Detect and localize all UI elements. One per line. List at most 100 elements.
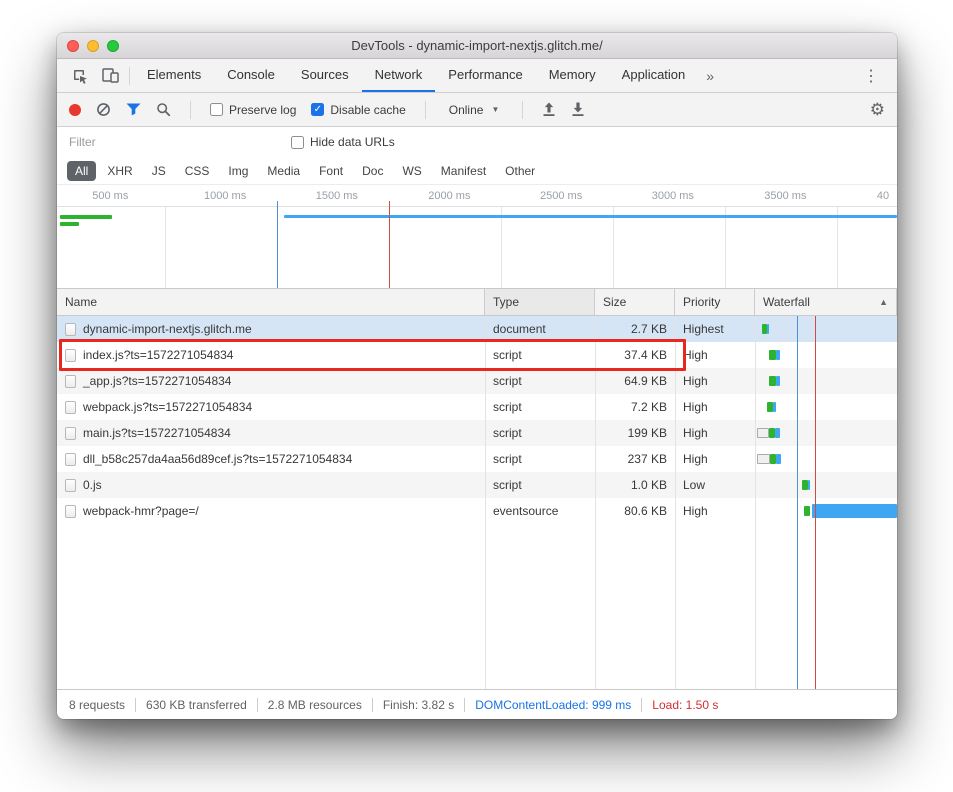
requests-table: Name Type Size Priority Waterfall▲ dynamic-i… xyxy=(57,289,897,689)
name-cell: _app.js?ts=1572271054834 xyxy=(57,368,485,394)
inspect-element-icon[interactable] xyxy=(65,59,95,92)
table-row[interactable]: dynamic-import-nextjs.glitch.medocument2… xyxy=(57,316,897,342)
request-name: dll_b58c257da4aa56d89cef.js?ts=157227105… xyxy=(83,452,352,466)
tab-network[interactable]: Network xyxy=(362,59,436,92)
table-row[interactable]: main.js?ts=1572271054834script199 KBHigh xyxy=(57,420,897,446)
column-separator xyxy=(595,316,596,689)
title-bar[interactable]: DevTools - dynamic-import-nextjs.glitch.… xyxy=(57,33,897,59)
status-bar: 8 requests630 KB transferred2.8 MB resou… xyxy=(57,689,897,719)
size-cell: 1.0 KB xyxy=(595,472,675,498)
waterfall-cell xyxy=(755,394,897,420)
filter-input[interactable] xyxy=(69,135,269,149)
status-item: Load: 1.50 s xyxy=(652,698,718,712)
waterfall-bar xyxy=(757,428,769,438)
request-name: main.js?ts=1572271054834 xyxy=(83,426,231,440)
request-name: dynamic-import-nextjs.glitch.me xyxy=(83,322,252,336)
type-filter-img[interactable]: Img xyxy=(220,161,256,181)
type-filter-manifest[interactable]: Manifest xyxy=(433,161,494,181)
type-filter-media[interactable]: Media xyxy=(259,161,308,181)
timeline-gridline xyxy=(165,207,166,288)
type-filter-all[interactable]: All xyxy=(67,161,96,181)
type-filter-ws[interactable]: WS xyxy=(394,161,429,181)
waterfall-bar xyxy=(804,506,810,516)
waterfall-bar xyxy=(776,376,780,386)
minimize-button[interactable] xyxy=(87,40,99,52)
network-toolbar: Preserve log ✓ Disable cache Online ▼ xyxy=(57,93,897,127)
column-header-label: Priority xyxy=(683,295,720,309)
column-header-waterfall[interactable]: Waterfall▲ xyxy=(755,289,897,315)
type-filter-js[interactable]: JS xyxy=(144,161,174,181)
export-har-icon[interactable] xyxy=(571,102,585,117)
tab-elements[interactable]: Elements xyxy=(134,59,214,92)
column-header-label: Type xyxy=(493,295,519,309)
zoom-button[interactable] xyxy=(107,40,119,52)
divider xyxy=(372,698,373,712)
table-row[interactable]: _app.js?ts=1572271054834script64.9 KBHig… xyxy=(57,368,897,394)
type-filter-css[interactable]: CSS xyxy=(177,161,218,181)
preserve-log-checkbox[interactable] xyxy=(210,103,223,116)
priority-cell: High xyxy=(675,498,755,524)
search-icon[interactable] xyxy=(156,102,171,117)
timeline-gridline xyxy=(837,207,838,288)
timeline-gridline xyxy=(613,207,614,288)
clear-icon[interactable] xyxy=(96,102,111,117)
overview-bar xyxy=(60,222,78,226)
traffic-lights xyxy=(67,33,119,58)
table-row[interactable]: webpack-hmr?page=/eventsource80.6 KBHigh xyxy=(57,498,897,524)
tab-performance[interactable]: Performance xyxy=(435,59,535,92)
device-toolbar-icon[interactable] xyxy=(95,59,125,92)
request-name: index.js?ts=1572271054834 xyxy=(83,348,233,362)
timeline-tick-label: 3000 ms xyxy=(652,190,694,202)
load-marker-line xyxy=(815,316,816,689)
close-button[interactable] xyxy=(67,40,79,52)
column-header-priority[interactable]: Priority xyxy=(675,289,755,315)
type-cell: document xyxy=(485,316,595,342)
column-separator xyxy=(485,316,486,689)
column-header-type[interactable]: Type xyxy=(485,289,595,315)
column-header-size[interactable]: Size xyxy=(595,289,675,315)
tab-sources[interactable]: Sources xyxy=(288,59,362,92)
file-icon xyxy=(65,453,76,466)
timeline-overview[interactable]: 500 ms1000 ms1500 ms2000 ms2500 ms3000 m… xyxy=(57,185,897,289)
waterfall-bar xyxy=(812,504,897,518)
table-body: dynamic-import-nextjs.glitch.medocument2… xyxy=(57,316,897,689)
type-filter-font[interactable]: Font xyxy=(311,161,351,181)
kebab-menu-icon[interactable]: ⋮ xyxy=(853,59,889,92)
tab-console[interactable]: Console xyxy=(214,59,288,92)
name-cell: 0.js xyxy=(57,472,485,498)
table-row[interactable]: dll_b58c257da4aa56d89cef.js?ts=157227105… xyxy=(57,446,897,472)
timeline-tick-label: 500 ms xyxy=(92,190,128,202)
disable-cache-checkbox[interactable]: ✓ xyxy=(311,103,324,116)
column-header-name[interactable]: Name xyxy=(57,289,485,315)
tab-application[interactable]: Application xyxy=(609,59,699,92)
overview-bar xyxy=(60,215,112,219)
type-filter-doc[interactable]: Doc xyxy=(354,161,391,181)
table-row[interactable]: index.js?ts=1572271054834script37.4 KBHi… xyxy=(57,342,897,368)
file-icon xyxy=(65,323,76,336)
hide-data-urls-checkbox[interactable] xyxy=(291,136,304,149)
desktop: DevTools - dynamic-import-nextjs.glitch.… xyxy=(0,0,953,792)
throttling-value: Online xyxy=(449,103,484,117)
preserve-log-toggle[interactable]: Preserve log xyxy=(210,103,296,117)
table-row[interactable]: webpack.js?ts=1572271054834script7.2 KBH… xyxy=(57,394,897,420)
size-cell: 37.4 KB xyxy=(595,342,675,368)
hide-data-urls-toggle[interactable]: Hide data URLs xyxy=(291,135,395,149)
column-header-label: Waterfall xyxy=(763,295,810,309)
import-har-icon[interactable] xyxy=(542,102,556,117)
settings-gear-icon[interactable]: ⚙ xyxy=(870,100,885,120)
waterfall-cell xyxy=(755,498,897,524)
column-header-label: Size xyxy=(603,295,626,309)
tab-memory[interactable]: Memory xyxy=(536,59,609,92)
more-tabs-chevron-icon[interactable]: » xyxy=(698,59,722,92)
disable-cache-toggle[interactable]: ✓ Disable cache xyxy=(311,103,405,117)
type-filter-other[interactable]: Other xyxy=(497,161,543,181)
size-cell: 199 KB xyxy=(595,420,675,446)
filter-funnel-icon[interactable] xyxy=(126,103,141,116)
record-button[interactable] xyxy=(69,104,81,116)
throttling-select[interactable]: Online ▼ xyxy=(445,101,504,119)
table-row[interactable]: 0.jsscript1.0 KBLow xyxy=(57,472,897,498)
status-item: DOMContentLoaded: 999 ms xyxy=(475,698,631,712)
window-title: DevTools - dynamic-import-nextjs.glitch.… xyxy=(57,38,897,53)
type-filter-xhr[interactable]: XHR xyxy=(99,161,140,181)
waterfall-cell xyxy=(755,472,897,498)
